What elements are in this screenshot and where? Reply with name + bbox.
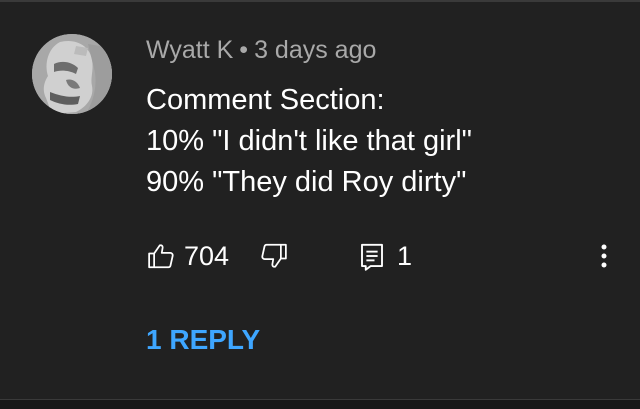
comment-actions: 704 1 xyxy=(146,236,616,276)
comment-line: Comment Section: xyxy=(146,84,385,116)
comment-line: 10% "I didn't like that girl" xyxy=(146,125,472,157)
meta-separator: • xyxy=(239,36,249,64)
comment-icon xyxy=(359,241,385,271)
reply-count: 1 xyxy=(397,240,413,271)
divider-top xyxy=(0,0,640,2)
comment-body: Comment Section: 10% "I didn't like that… xyxy=(146,80,472,203)
more-vertical-icon xyxy=(600,242,608,270)
comment-timestamp[interactable]: 3 days ago xyxy=(254,36,376,64)
thumbs-up-icon xyxy=(146,241,176,271)
divider-bottom xyxy=(0,399,640,409)
dislike-button[interactable] xyxy=(259,236,289,276)
comment-card: Wyatt K • 3 days ago Comment Section: 10% … xyxy=(0,0,640,409)
like-count: 704 xyxy=(184,240,230,271)
more-actions-button[interactable] xyxy=(594,236,614,276)
avatar[interactable] xyxy=(32,34,112,114)
avatar-image xyxy=(32,34,112,114)
view-replies-link[interactable]: 1 REPLY xyxy=(146,324,260,356)
comment-line: 90% "They did Roy dirty" xyxy=(146,166,467,198)
comment-meta: Wyatt K • 3 days ago xyxy=(146,36,376,65)
like-button[interactable]: 704 xyxy=(146,236,229,276)
reply-button[interactable]: 1 xyxy=(359,236,412,276)
thumbs-down-icon xyxy=(259,241,289,271)
author-name[interactable]: Wyatt K xyxy=(146,36,233,64)
